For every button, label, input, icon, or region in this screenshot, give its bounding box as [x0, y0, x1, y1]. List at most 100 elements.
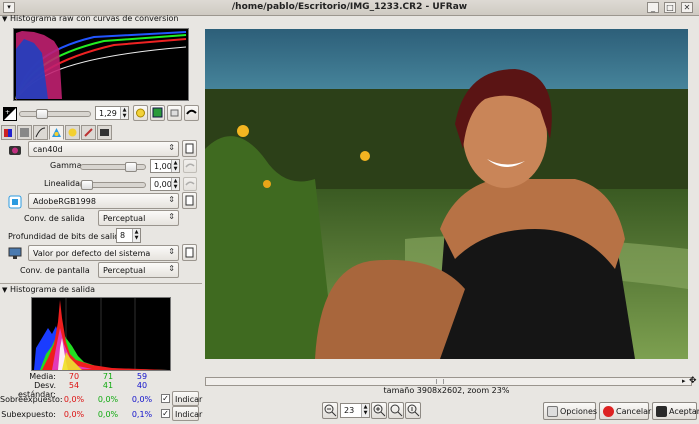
image-preview[interactable]	[205, 29, 688, 359]
spin-arrows-icon[interactable]: ▲ ▼	[132, 229, 140, 242]
overexposed-green: 0,0%	[97, 395, 119, 404]
output-histogram-chart	[31, 297, 171, 371]
tab-exif[interactable]	[97, 125, 112, 140]
spin-arrows-icon[interactable]: ▲ ▼	[361, 404, 369, 417]
linearity-label: Linealidad	[44, 179, 86, 188]
accept-button[interactable]: Aceptar	[652, 402, 699, 420]
scrollbar-grip-icon[interactable]	[436, 379, 444, 384]
display-intent-value: Perceptual	[103, 266, 146, 275]
tab-corrections[interactable]	[81, 125, 96, 140]
output-profile-select[interactable]: AdobeRGB1998 ⇕	[28, 193, 179, 209]
chevron-updown-icon: ⇕	[168, 264, 175, 273]
spin-arrows-icon[interactable]: ▲ ▼	[171, 178, 179, 190]
overexposed-blue: 0,0%	[131, 395, 153, 404]
gamma-label: Gamma	[50, 161, 82, 170]
mean-green: 71	[102, 372, 114, 381]
overexposed-red: 0,0%	[63, 395, 85, 404]
camera-profile-icon	[8, 143, 22, 157]
mean-blue: 59	[136, 372, 148, 381]
underexposed-red: 0,0%	[63, 410, 85, 419]
restore-details-button[interactable]	[150, 105, 165, 121]
collapse-arrow-icon: ▼	[2, 286, 8, 294]
zoom-out-button[interactable]	[322, 402, 338, 419]
display-intent-select[interactable]: Perceptual ⇕	[98, 262, 179, 278]
photo-flower-1	[237, 125, 249, 137]
linearity-slider-knob[interactable]	[81, 180, 93, 190]
zoom-fit-button[interactable]	[388, 402, 404, 419]
tab-white-balance[interactable]	[1, 125, 16, 140]
exposure-value: 1,29	[99, 109, 117, 118]
underexposed-checkbox[interactable]: ✓	[161, 409, 170, 418]
gamma-spinbox[interactable]: 1,00 ▲ ▼	[150, 159, 180, 173]
tab-base-curve[interactable]	[33, 125, 48, 140]
clip-highlights-button[interactable]	[167, 105, 182, 121]
raw-histogram-header[interactable]: ▼ Histograma raw con curvas de conversion	[2, 14, 178, 23]
raw-histogram-title: Histograma raw con curvas de conversion	[10, 14, 179, 23]
mean-red: 70	[68, 372, 80, 381]
minimize-button[interactable]: _	[647, 2, 659, 13]
horizontal-scrollbar[interactable]	[205, 377, 692, 386]
linearity-reset-button[interactable]	[183, 177, 197, 191]
input-profile-select[interactable]: can40d ⇕	[28, 141, 179, 157]
reset-exposure-button[interactable]	[184, 105, 199, 121]
pan-cross-icon[interactable]: ✥	[689, 376, 699, 386]
tab-grayscale[interactable]	[17, 125, 32, 140]
spin-arrows-icon[interactable]: ▲ ▼	[120, 107, 128, 119]
cancel-button[interactable]: Cancelar	[599, 402, 652, 420]
display-intent-label: Conv. de pantalla	[20, 266, 90, 275]
gamma-value: 1,00	[154, 162, 172, 171]
overexposed-checkbox[interactable]: ✓	[161, 394, 170, 403]
linearity-value: 0,00	[154, 180, 172, 189]
display-profile-select[interactable]: Valor por defecto del sistema ⇕	[28, 245, 179, 261]
output-histogram-header[interactable]: ▼ Histograma de salida	[2, 285, 95, 294]
image-status: tamaño 3908x2602, zoom 23%	[383, 386, 510, 395]
gamma-slider[interactable]	[80, 162, 146, 172]
raw-histogram-chart[interactable]	[13, 28, 189, 101]
auto-exposure-button[interactable]	[133, 105, 148, 121]
bit-depth-label: Profundidad de bits de salida	[8, 232, 125, 241]
output-histogram-title: Histograma de salida	[10, 285, 95, 294]
output-intent-label: Conv. de salida	[24, 214, 85, 223]
cancel-icon	[603, 406, 614, 417]
underexposed-indicate-button[interactable]: Indicar	[172, 406, 202, 421]
exposure-slider[interactable]	[19, 109, 91, 119]
linearity-slider[interactable]	[80, 180, 146, 190]
spin-arrows-icon[interactable]: ▲ ▼	[171, 160, 179, 172]
output-intent-select[interactable]: Perceptual ⇕	[98, 210, 179, 226]
linearity-spinbox[interactable]: 0,00 ▲ ▼	[150, 177, 180, 191]
accept-label: Aceptar	[669, 407, 699, 416]
cancel-label: Cancelar	[616, 407, 652, 416]
zoom-in-button[interactable]	[371, 402, 387, 419]
photo-flower-2	[360, 151, 370, 161]
tab-lightness[interactable]	[65, 125, 80, 140]
svg-text:+: +	[5, 109, 10, 116]
exposure-spinbox[interactable]: 1,29 ▲ ▼	[95, 106, 129, 120]
output-profile-value: AdobeRGB1998	[33, 197, 96, 206]
close-button[interactable]: ✕	[681, 2, 693, 13]
photo-sky	[205, 29, 688, 99]
mean-label: Media:	[29, 372, 56, 381]
bit-depth-spinbox[interactable]: 8 ▲ ▼	[116, 228, 141, 243]
photo-flower-3	[263, 180, 271, 188]
display-profile-open-button[interactable]	[182, 244, 197, 261]
underexposed-label: Subexpuesto:	[1, 410, 56, 419]
maximize-button[interactable]: □	[664, 2, 676, 13]
options-button[interactable]: Opciones	[543, 402, 597, 420]
display-profile-value: Valor por defecto del sistema	[33, 249, 151, 258]
tab-color-management[interactable]	[49, 125, 64, 140]
output-profile-open-button[interactable]	[182, 192, 197, 209]
chevron-updown-icon: ⇕	[168, 212, 175, 221]
output-intent-value: Perceptual	[103, 214, 146, 223]
zoom-spinbox[interactable]: 23 ▲ ▼	[340, 403, 370, 418]
bit-depth-value: 8	[120, 231, 126, 240]
zoom-100-button[interactable]	[405, 402, 421, 419]
exposure-slider-knob[interactable]	[36, 109, 48, 119]
overexposed-label: Sobreexpuesto:	[0, 395, 63, 404]
zoom-value: 23	[344, 406, 355, 415]
gamma-slider-knob[interactable]	[125, 162, 138, 172]
overexposed-indicate-button[interactable]: Indicar	[172, 391, 202, 406]
chevron-updown-icon: ⇕	[168, 195, 175, 204]
accept-icon	[656, 406, 667, 417]
input-profile-open-button[interactable]	[182, 140, 197, 157]
gamma-reset-button[interactable]	[183, 159, 197, 173]
